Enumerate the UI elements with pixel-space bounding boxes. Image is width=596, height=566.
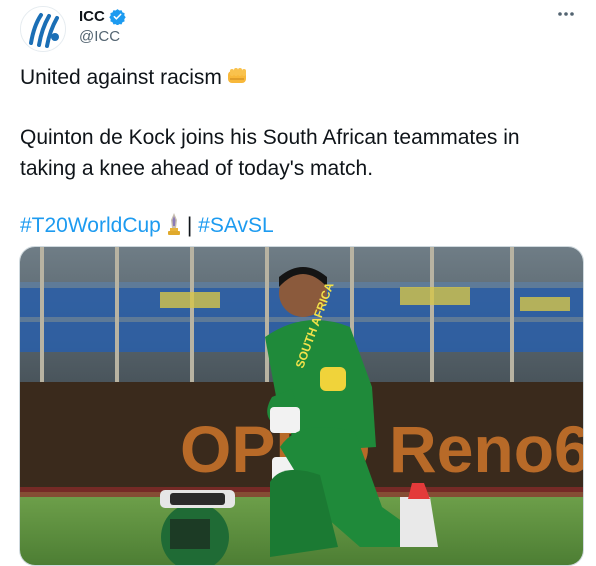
tweet-photo[interactable]: OPPO Reno6 SOUTH AFRICA: [19, 246, 584, 566]
photo-cricketer-kneeling: OPPO Reno6 SOUTH AFRICA: [20, 247, 584, 565]
account-info: ICC @ICC: [79, 8, 126, 45]
tweet-body: Quinton de Kock joins his South African …: [20, 126, 520, 180]
hashtag-t20worldcup[interactable]: #T20WorldCup: [20, 214, 161, 237]
avatar[interactable]: [20, 6, 66, 52]
verified-badge-icon: [109, 9, 126, 25]
banner-text: OPPO Reno6: [180, 412, 584, 486]
account-handle[interactable]: @ICC: [79, 28, 126, 45]
account-name[interactable]: ICC: [79, 8, 105, 25]
hashtag-savsl[interactable]: #SAvSL: [198, 214, 274, 237]
tweet-header: ICC @ICC: [20, 4, 580, 52]
more-options-icon[interactable]: [552, 4, 580, 24]
tweet-line-1: United against racism: [20, 62, 580, 96]
trophy-emoji-icon: [165, 212, 183, 245]
icc-logo-icon: [21, 7, 65, 51]
tweet-text: United against racism Quinton de Kock jo…: [20, 62, 580, 245]
hashtag-line: #T20WorldCup | #SAvSL: [20, 210, 580, 245]
hashtag-separator: |: [186, 214, 193, 237]
fist-emoji-icon: [226, 65, 248, 96]
tweet-headline: United against racism: [20, 66, 222, 89]
